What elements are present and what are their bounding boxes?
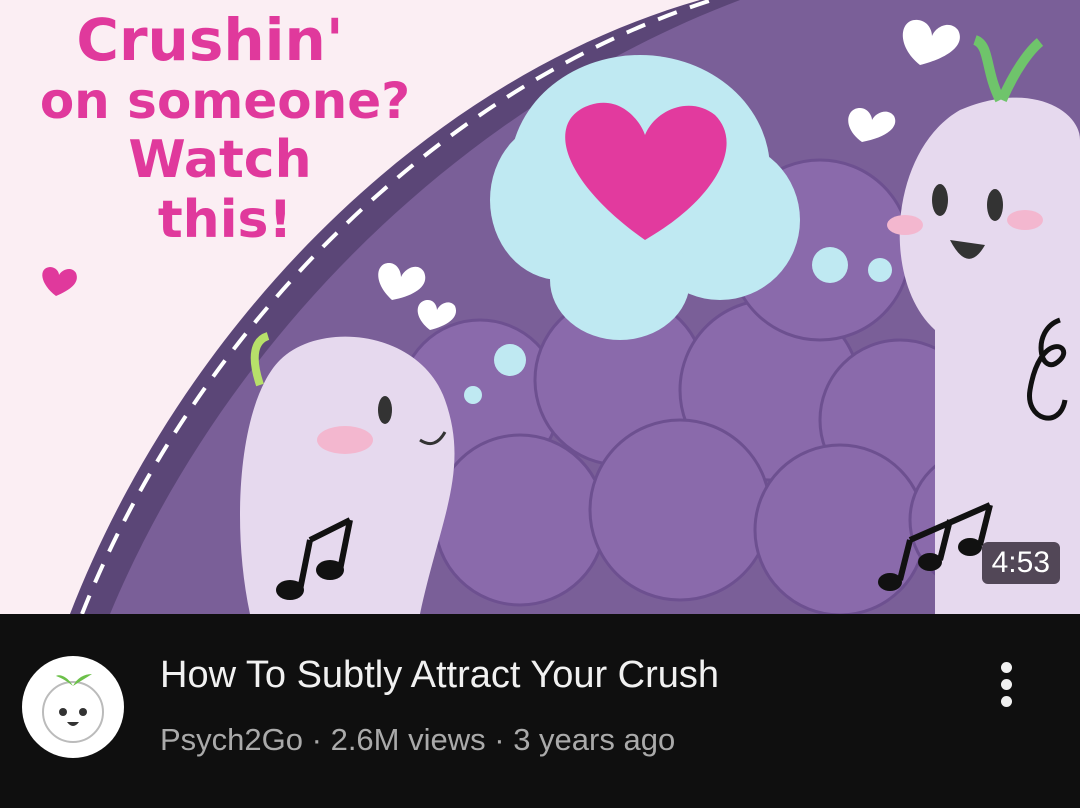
thumbnail-text: Crushin' on someone? Watch this! (10, 8, 470, 250)
thumbnail-text-line: on someone? (39, 72, 411, 130)
thumbnail-text-line: Crushin' (76, 6, 344, 74)
video-title[interactable]: How To Subtly Attract Your Crush (160, 654, 719, 697)
channel-avatar[interactable] (22, 656, 124, 758)
video-subtitle: Psych2Go · 2.6M views · 3 years ago (160, 722, 675, 758)
avatar-icon (42, 674, 104, 743)
video-meta: How To Subtly Attract Your Crush Psych2G… (0, 614, 1080, 808)
upload-age: 3 years ago (513, 722, 676, 757)
duration-badge: 4:53 (981, 542, 1060, 584)
video-thumbnail[interactable]: Crushin' on someone? Watch this! 4:53 (0, 0, 1080, 614)
thumbnail-text-line: Watch (128, 130, 312, 190)
thumbnail-text-line: this! (157, 190, 293, 250)
separator: · (303, 722, 331, 757)
kebab-menu-icon[interactable] (988, 658, 1024, 714)
separator: · (485, 722, 514, 757)
channel-name[interactable]: Psych2Go (160, 722, 303, 757)
view-count: 2.6M views (330, 722, 486, 757)
video-card[interactable]: Crushin' on someone? Watch this! 4:53 Ho… (0, 0, 1080, 808)
